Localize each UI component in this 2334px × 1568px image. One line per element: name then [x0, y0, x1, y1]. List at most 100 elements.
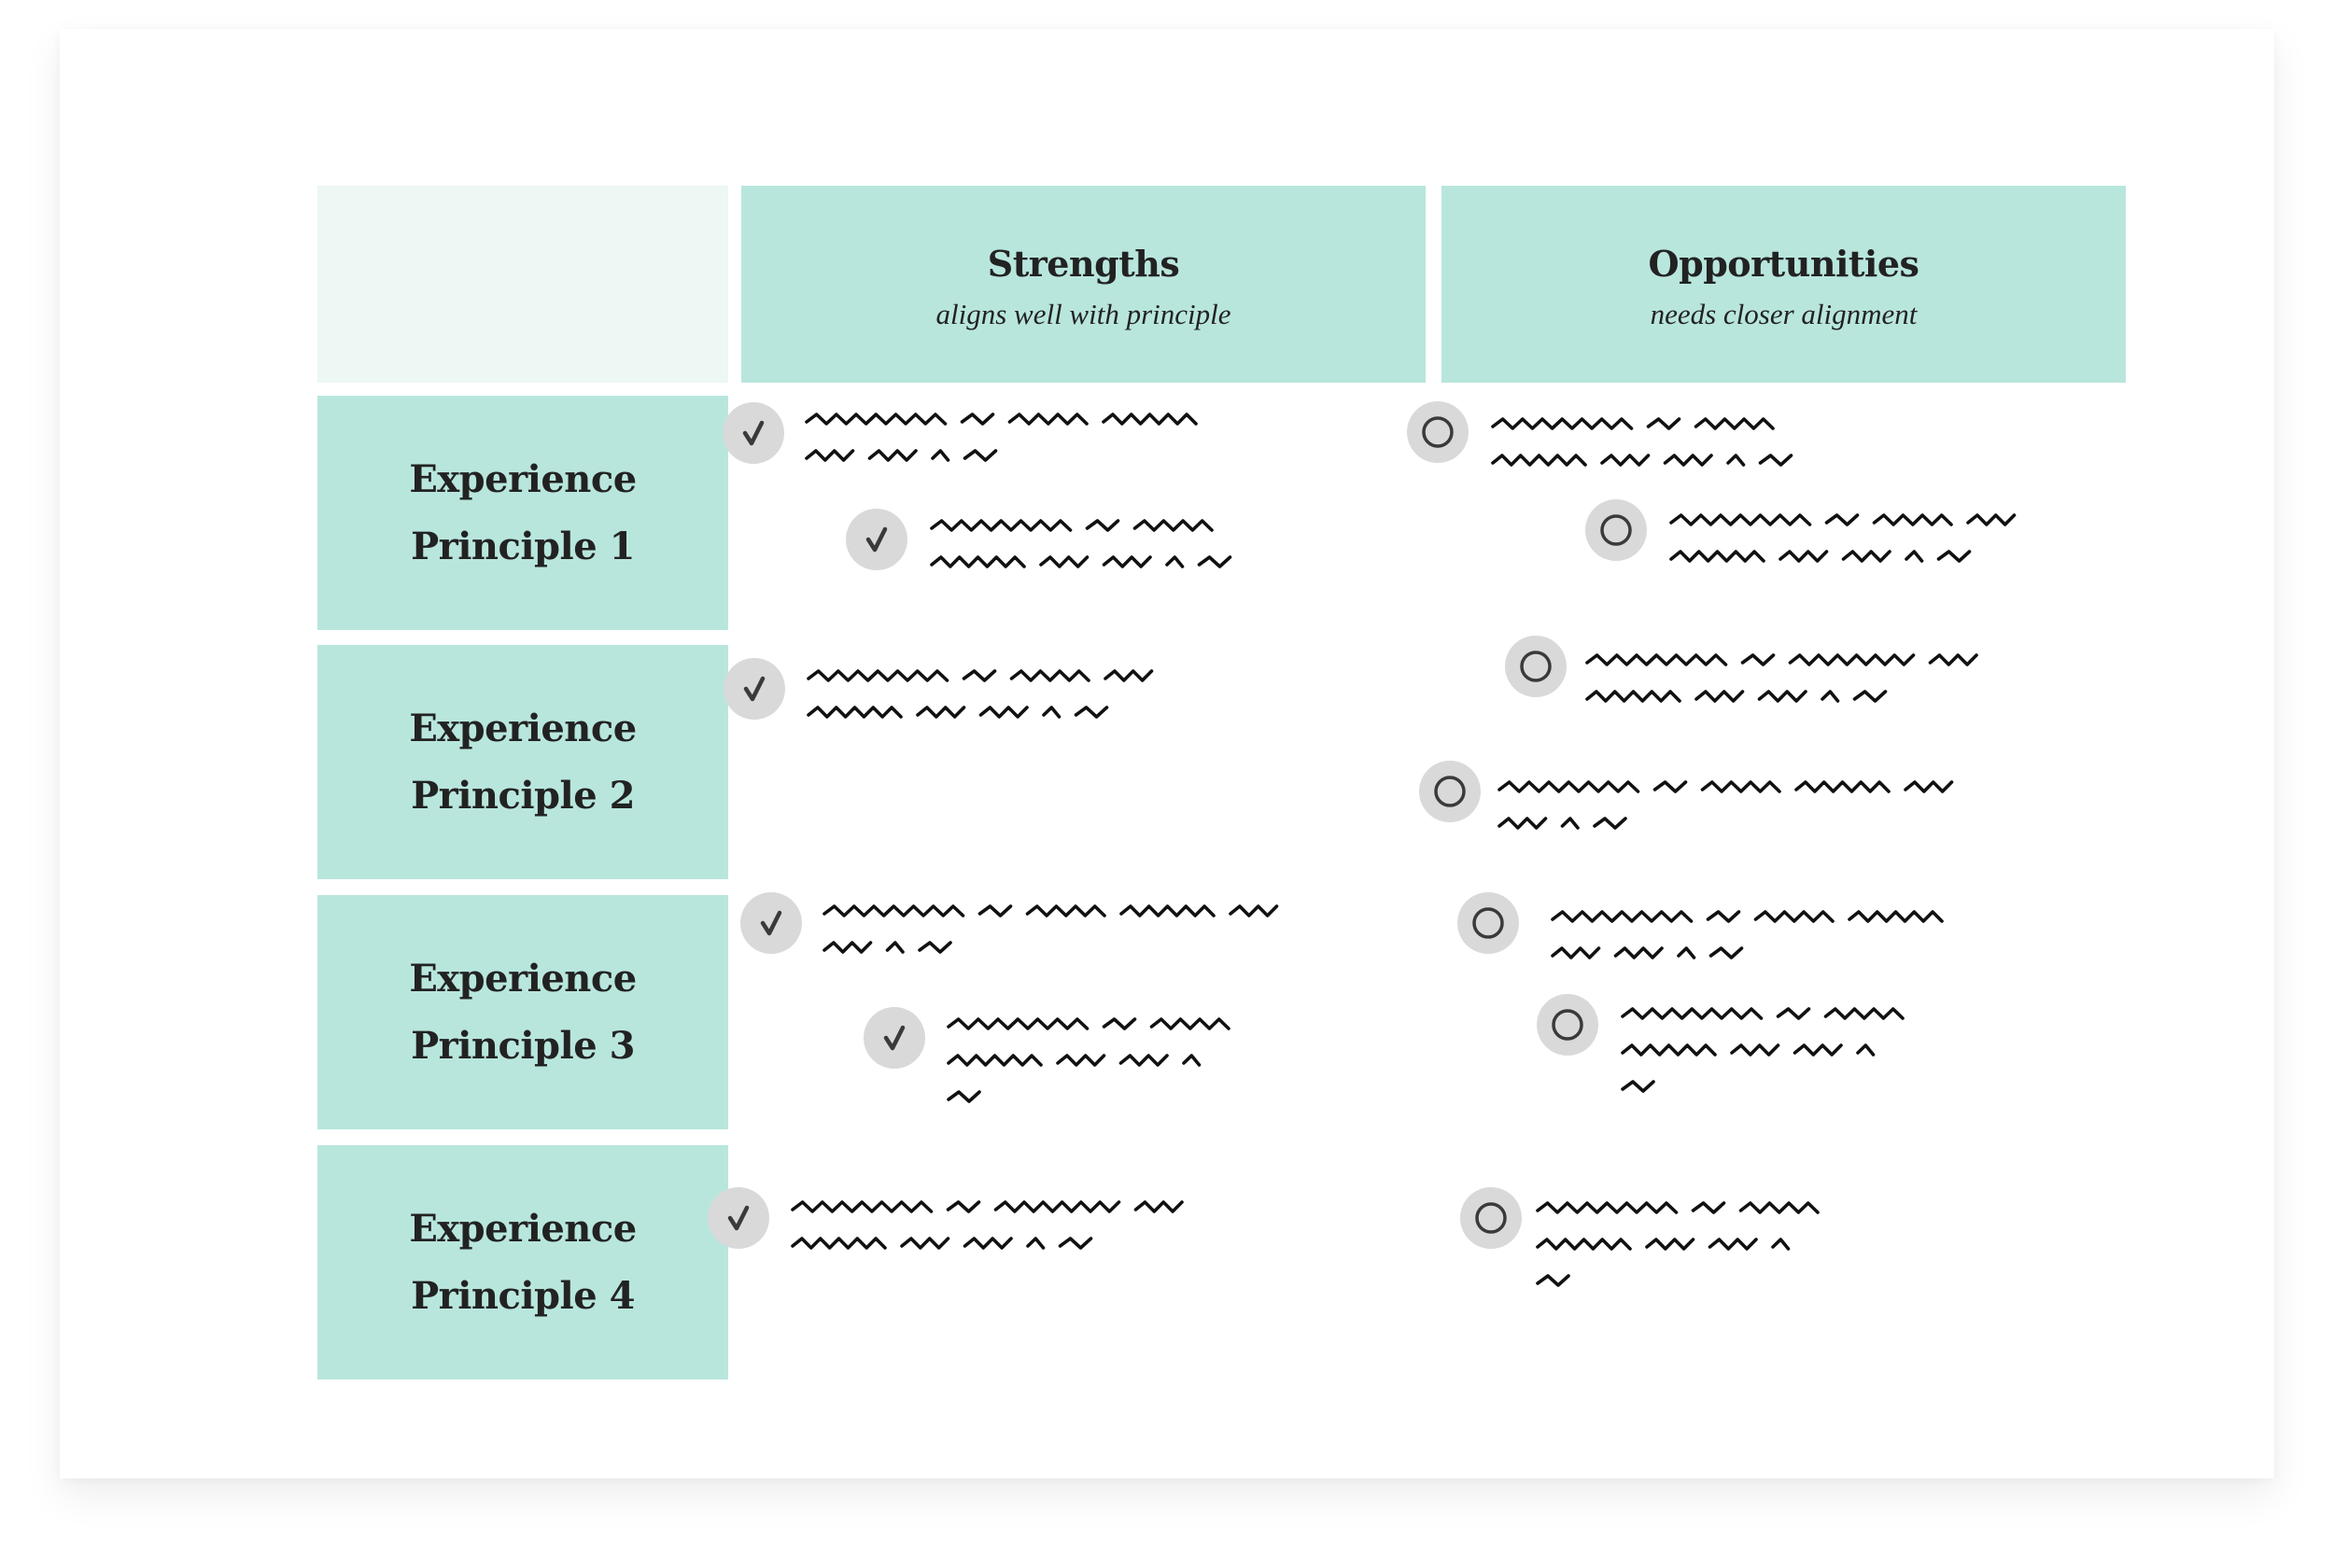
scribble-word [931, 449, 950, 462]
row-header-principle-3: Experience Principle 3 [317, 895, 728, 1129]
matrix-card: Strengths aligns well with principle Opp… [60, 29, 2274, 1478]
check-icon [724, 658, 785, 720]
scribble-word [1009, 669, 1090, 682]
scribble-word [791, 1200, 934, 1213]
scribble-word [977, 904, 1013, 917]
scribble-word [993, 1200, 1121, 1213]
ring-icon [1457, 892, 1519, 954]
scribble-word [1771, 1238, 1791, 1251]
scribble-word [1551, 946, 1601, 959]
scribble-word [930, 519, 1073, 532]
scribble-word [1669, 513, 1812, 526]
scribble-word [1788, 653, 1916, 666]
ring-icon [1419, 761, 1481, 822]
scribble-word [1074, 706, 1109, 719]
ring-icon [1460, 1187, 1522, 1249]
scribble-word [1058, 1237, 1093, 1250]
ring-icon [1407, 401, 1469, 463]
row-label: Experience Principle 3 [409, 956, 637, 1068]
scribble-word [1928, 653, 1978, 666]
scribble-word [947, 1054, 1043, 1067]
scribble-word [1794, 780, 1891, 793]
scribble-word [1491, 417, 1634, 430]
scribble-word [900, 1237, 950, 1250]
scribble-word [791, 1237, 887, 1250]
row-label: Experience Principle 4 [409, 1206, 637, 1318]
scribble-word [1663, 454, 1713, 467]
scribble-word [807, 706, 903, 719]
placeholder-text [1497, 780, 1954, 830]
placeholder-text [1585, 653, 1978, 703]
scribble-word [1042, 706, 1062, 719]
scribble-word [1133, 1200, 1184, 1213]
scribble-word [1645, 1238, 1695, 1251]
scribble-word [1700, 780, 1781, 793]
scribble-word [1197, 555, 1232, 568]
scribble-word [1551, 910, 1694, 923]
scribble-word [1793, 1043, 1843, 1057]
placeholder-text [1551, 910, 1944, 959]
scribble-word [1706, 910, 1741, 923]
scribble-word [1497, 780, 1640, 793]
scribble-word [1848, 910, 1944, 923]
scribble-word [1026, 1237, 1046, 1250]
scribble-word [1823, 1007, 1905, 1020]
scribble-word [823, 941, 873, 954]
scribble-word [1841, 550, 1891, 563]
check-icon [723, 402, 784, 464]
scribble-word [1056, 1054, 1106, 1067]
scribble-word [1646, 417, 1681, 430]
scribble-word [930, 555, 1026, 568]
scribble-word [947, 1017, 1090, 1030]
scribble-word [1758, 454, 1793, 467]
scribble-word [1102, 555, 1152, 568]
scribble-word [1119, 904, 1216, 917]
placeholder-text [1669, 513, 2017, 563]
placeholder-text [791, 1200, 1184, 1250]
scribble-word [1757, 690, 1807, 703]
scribble-word [960, 413, 995, 426]
row-header-principle-2: Experience Principle 2 [317, 645, 728, 879]
scribble-word [1621, 1043, 1717, 1057]
scribble-word [1677, 946, 1696, 959]
ring-icon [1537, 994, 1598, 1056]
scribble-word [1600, 454, 1651, 467]
scribble-word [1118, 1054, 1169, 1067]
scribble-word [1613, 946, 1664, 959]
scribble-word [1102, 1017, 1137, 1030]
scribble-word [1585, 653, 1728, 666]
scribble-word [1182, 1054, 1202, 1067]
scribble-word [1229, 904, 1279, 917]
scribble-word [1536, 1274, 1570, 1287]
scribble-word [1738, 1201, 1820, 1214]
scribble-word [1085, 519, 1120, 532]
scribble-word [1621, 1007, 1764, 1020]
scribble-word [1730, 1043, 1780, 1057]
scribble-word [1708, 946, 1744, 959]
scribble-word [1821, 690, 1840, 703]
row-label: Experience Principle 1 [409, 456, 637, 568]
scribble-word [1669, 550, 1765, 563]
scribble-word [916, 706, 966, 719]
scribble-word [1753, 910, 1835, 923]
column-subtitle: needs closer alignment [1650, 298, 1918, 330]
scribble-word [1708, 1238, 1758, 1251]
scribble-word [1652, 780, 1688, 793]
scribble-word [962, 669, 997, 682]
column-subtitle: aligns well with principle [935, 298, 1231, 330]
placeholder-text [807, 669, 1154, 719]
scribble-word [1039, 555, 1090, 568]
scribble-word [1536, 1238, 1632, 1251]
scribble-word [1104, 669, 1154, 682]
corner-cell [317, 186, 728, 383]
scribble-word [1593, 817, 1627, 830]
scribble-word [1585, 690, 1681, 703]
scribble-word [1102, 413, 1198, 426]
placeholder-text [823, 904, 1279, 954]
ring-icon [1585, 499, 1647, 561]
scribble-word [1936, 550, 1972, 563]
scribble-word [1165, 555, 1185, 568]
check-icon [864, 1007, 925, 1069]
scribble-word [1852, 690, 1888, 703]
scribble-word [963, 1237, 1013, 1250]
